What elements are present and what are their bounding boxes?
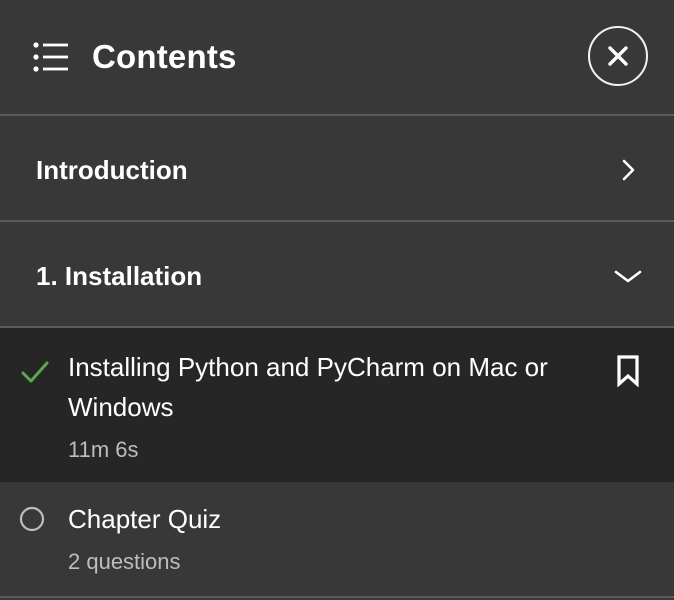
contents-panel: Contents Introduction 1. Installation In… <box>0 0 674 600</box>
page-title: Contents <box>92 38 237 75</box>
close-button[interactable] <box>588 26 648 86</box>
contents-header: Contents <box>0 0 674 116</box>
chevron-down-icon <box>614 270 642 283</box>
divider <box>0 596 674 598</box>
empty-circle-icon <box>19 506 45 532</box>
chevron-right-icon <box>622 159 635 181</box>
section-title: 1. Installation <box>36 261 203 291</box>
checkmark-icon <box>21 361 49 383</box>
close-icon <box>608 46 628 66</box>
section-installation[interactable]: 1. Installation <box>0 222 674 328</box>
section-introduction[interactable]: Introduction <box>0 116 674 222</box>
lesson-title: Installing Python and PyCharm on Mac or … <box>68 352 548 422</box>
lesson-duration: 11m 6s <box>68 437 139 462</box>
lesson-row[interactable]: Chapter Quiz 2 questions <box>0 482 674 596</box>
bookmark-icon[interactable] <box>616 355 640 387</box>
lesson-row[interactable]: Installing Python and PyCharm on Mac or … <box>0 328 674 482</box>
lesson-question-count: 2 questions <box>68 549 181 574</box>
section-title: Introduction <box>36 155 188 185</box>
lesson-title: Chapter Quiz <box>68 504 222 534</box>
list-icon <box>33 42 68 72</box>
